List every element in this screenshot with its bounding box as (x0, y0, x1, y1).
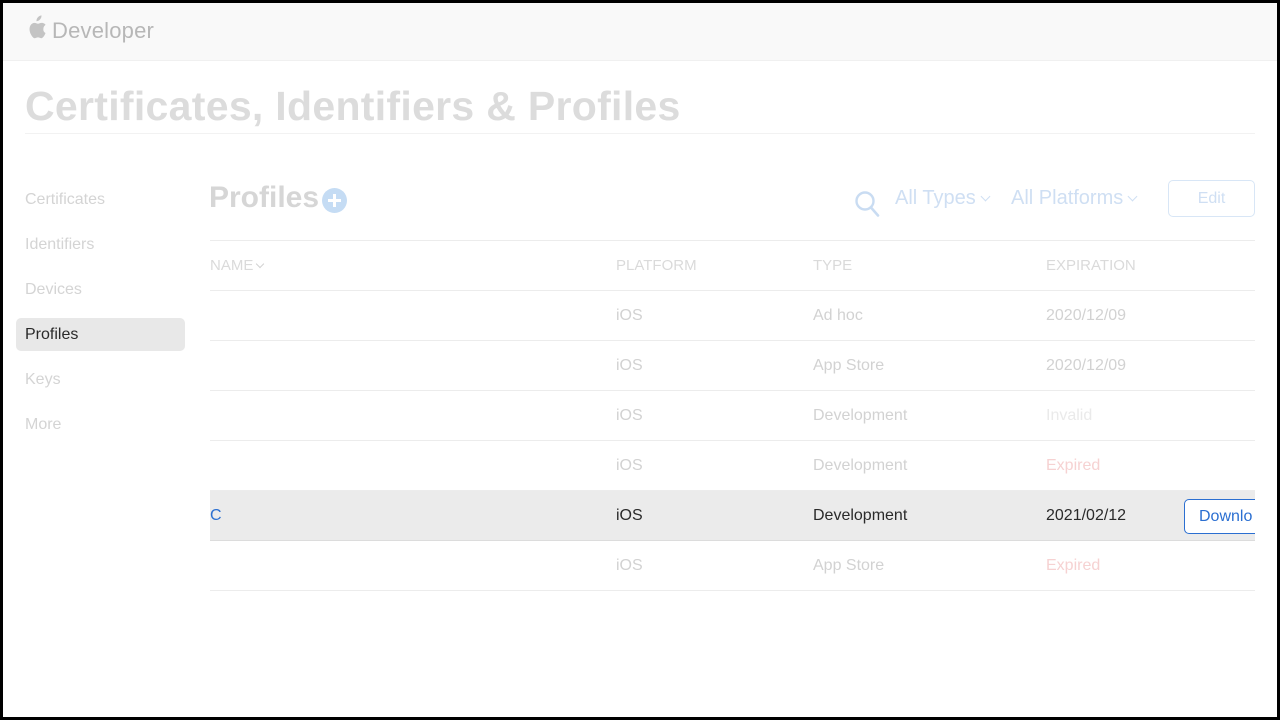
column-header-name-label: NAME (210, 257, 254, 274)
table-row[interactable]: iOS Ad hoc 2020/12/09 (210, 291, 1255, 341)
chevron-down-icon (256, 259, 265, 269)
chevron-down-icon (1127, 191, 1138, 202)
row-type: Ad hoc (813, 307, 863, 324)
row-expiration-status: Invalid (1046, 407, 1093, 424)
divider (25, 133, 1255, 134)
row-expiration: 2020/12/09 (1046, 307, 1127, 324)
sidebar-item-certificates[interactable]: Certificates (16, 183, 185, 216)
chevron-down-icon (980, 191, 991, 202)
table-row[interactable]: iOS App Store Expired (210, 541, 1255, 591)
row-platform: iOS (616, 307, 643, 324)
sidebar-item-more[interactable]: More (16, 408, 185, 441)
table-row[interactable]: iOS Development Expired (210, 441, 1255, 491)
row-expiration: 2020/12/09 (1046, 357, 1127, 374)
page-title: Certificates, Identifiers & Profiles (25, 83, 681, 129)
row-platform: iOS (616, 507, 643, 524)
sidebar-item-devices[interactable]: Devices (16, 273, 185, 306)
type-filter-dropdown[interactable]: All Types (895, 187, 991, 210)
platform-filter-dropdown[interactable]: All Platforms (1011, 187, 1138, 210)
row-type: App Store (813, 357, 885, 374)
table-row[interactable]: iOS App Store 2020/12/09 (210, 341, 1255, 391)
type-filter-label: All Types (895, 187, 976, 209)
column-header-expiration: EXPIRATION (1046, 257, 1136, 274)
apple-logo-icon[interactable] (25, 15, 47, 41)
plus-circle-icon[interactable] (322, 188, 347, 213)
row-name-link[interactable]: C (210, 491, 222, 541)
row-platform: iOS (616, 557, 643, 574)
edit-button[interactable]: Edit (1168, 180, 1255, 217)
table-row-selected[interactable]: C iOS Development 2021/02/12 Downlo (210, 491, 1255, 541)
column-header-platform: PLATFORM (616, 257, 697, 274)
table-row[interactable]: iOS Development Invalid (210, 391, 1255, 441)
browser-viewport: Developer Certificates, Identifiers & Pr… (3, 3, 1277, 717)
row-type: Development (813, 407, 908, 424)
row-platform: iOS (616, 407, 643, 424)
row-type: App Store (813, 557, 885, 574)
sidebar-item-profiles[interactable]: Profiles (16, 318, 185, 351)
sidebar-nav: Certificates Identifiers Devices Profile… (16, 183, 185, 453)
row-platform: iOS (616, 457, 643, 474)
column-header-type: TYPE (813, 257, 853, 274)
brand-name[interactable]: Developer (52, 18, 154, 44)
row-expiration-status: Expired (1046, 557, 1101, 574)
sidebar-item-keys[interactable]: Keys (16, 363, 185, 396)
section-title: Profiles (209, 181, 320, 214)
row-expiration-status: Expired (1046, 457, 1101, 474)
row-type: Development (813, 507, 908, 524)
column-header-name[interactable]: NAME (210, 241, 265, 291)
download-button[interactable]: Downlo (1184, 499, 1255, 534)
row-type: Development (813, 457, 908, 474)
table-header-row: NAME PLATFORM TYPE EXPIRATION (210, 241, 1255, 291)
platform-filter-label: All Platforms (1011, 187, 1124, 209)
row-platform: iOS (616, 357, 643, 374)
search-icon[interactable] (854, 190, 880, 218)
profiles-table: NAME PLATFORM TYPE EXPIRATION iOS Ad hoc… (210, 240, 1255, 600)
sidebar-item-identifiers[interactable]: Identifiers (16, 228, 185, 261)
global-nav: Developer (3, 3, 1277, 61)
row-expiration: 2021/02/12 (1046, 507, 1127, 524)
